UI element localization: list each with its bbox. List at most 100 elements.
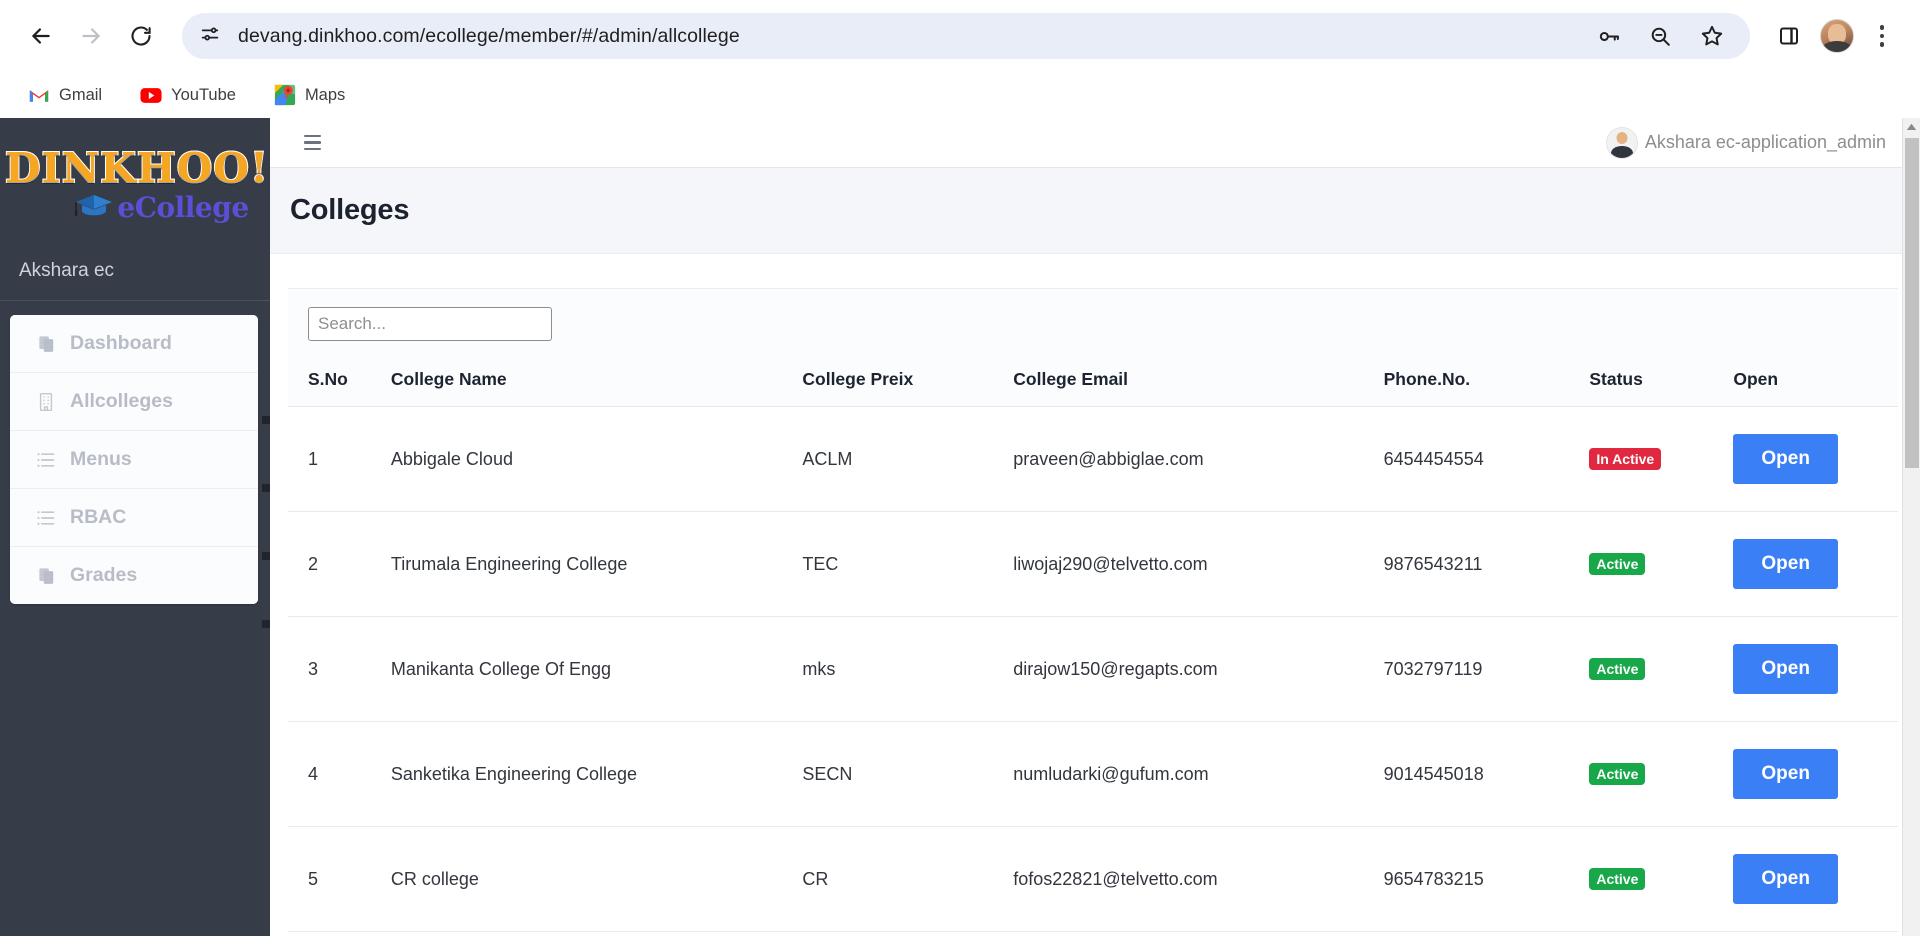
address-bar[interactable]: devang.dinkhoo.com/ecollege/member/#/adm… — [182, 13, 1750, 59]
cell-name: Sanketika Engineering College — [390, 721, 803, 828]
table-row: 5 CR college CR fofos22821@telvetto.com 9654… — [288, 826, 1898, 933]
sidebar-item-grades[interactable]: Grades — [10, 547, 258, 604]
table-row: 3 Manikanta College Of Engg mks dirajow150@… — [288, 616, 1898, 723]
status-badge: Active — [1589, 658, 1646, 681]
side-panel-button[interactable] — [1766, 13, 1812, 59]
bookmark-gmail[interactable]: Gmail — [22, 80, 108, 110]
sidebar: DINKHOO! eCollege Akshara ec Dashboard A… — [0, 118, 270, 936]
url-text[interactable]: devang.dinkhoo.com/ecollege/member/#/adm… — [228, 25, 1590, 48]
search-input[interactable] — [308, 307, 552, 342]
back-arrow-icon — [28, 23, 54, 49]
cell-prefix: SECN — [802, 721, 1014, 828]
web-page: DINKHOO! eCollege Akshara ec Dashboard A… — [0, 118, 1920, 936]
main-content: Akshara ec-application_admin Colleges S.… — [270, 118, 1920, 936]
scroll-up-arrow-icon[interactable] — [1903, 118, 1920, 136]
status-badge: Active — [1589, 553, 1646, 576]
table-body: 1 Abbigale Cloud ACLM praveen@abbiglae.com 6… — [288, 406, 1898, 936]
cell-status: Active — [1589, 511, 1734, 618]
cell-name: CR college — [390, 826, 803, 933]
table-header-row: S.No College Name College Preix College … — [288, 355, 1898, 408]
page-scrollbar[interactable] — [1902, 118, 1920, 936]
profile-avatar-icon[interactable] — [1820, 19, 1854, 53]
search-row — [288, 289, 1898, 356]
table-row: 2 Tirumala Engineering College TEC liwojaj2… — [288, 511, 1898, 618]
sidebar-nav: Dashboard Allcolleges Menus RBAC Grades — [10, 315, 258, 604]
bookmark-maps[interactable]: Maps — [268, 80, 351, 110]
back-button[interactable] — [18, 13, 64, 59]
bookmark-label: Gmail — [59, 85, 103, 104]
open-button[interactable]: Open — [1733, 749, 1838, 800]
open-button[interactable]: Open — [1733, 539, 1838, 590]
password-key-icon[interactable] — [1590, 18, 1626, 54]
reload-button[interactable] — [118, 13, 164, 59]
cell-name: Abbigale Cloud — [390, 406, 803, 513]
zoom-out-icon[interactable] — [1642, 18, 1678, 54]
open-button[interactable]: Open — [1733, 434, 1838, 485]
list-icon — [35, 449, 57, 471]
gmail-icon — [28, 84, 50, 106]
bookmark-youtube[interactable]: YouTube — [134, 80, 242, 110]
column-header-status[interactable]: Status — [1589, 355, 1734, 408]
cell-sno: 2 — [288, 511, 391, 618]
bookmark-star-icon[interactable] — [1694, 18, 1730, 54]
sidebar-item-rbac[interactable]: RBAC — [10, 489, 258, 547]
cell-open: Open — [1733, 931, 1898, 936]
sidebar-user-name: Akshara ec — [0, 246, 270, 301]
bookmarks-bar: Gmail YouTube Maps — [0, 72, 1920, 118]
logo-title: DINKHOO! — [4, 143, 270, 192]
side-panel-icon — [1777, 24, 1801, 48]
cell-prefix: BEC — [802, 931, 1014, 936]
column-header-email[interactable]: College Email — [1013, 355, 1384, 408]
cell-name: Eswar Engineering College — [390, 931, 803, 936]
sidebar-item-label: Dashboard — [70, 332, 172, 354]
column-header-open[interactable]: Open — [1733, 355, 1898, 408]
cell-email: numludarki@gufum.com — [1013, 721, 1384, 828]
cell-sno: 5 — [288, 826, 391, 933]
cell-prefix: CR — [802, 826, 1014, 933]
forward-button[interactable] — [68, 13, 114, 59]
sidebar-item-menus[interactable]: Menus — [10, 431, 258, 489]
column-header-phone[interactable]: Phone.No. — [1383, 355, 1590, 408]
topbar-user-chip[interactable]: Akshara ec-application_admin — [1606, 127, 1886, 158]
cell-sno: 3 — [288, 616, 391, 723]
three-dot-menu-icon[interactable] — [1862, 14, 1902, 58]
table-head: S.No College Name College Preix College … — [288, 355, 1898, 408]
nav-edge-marker — [262, 620, 270, 628]
omnibox-actions — [1590, 18, 1736, 54]
site-settings-button[interactable] — [192, 18, 228, 54]
sidebar-item-label: Allcolleges — [70, 390, 173, 412]
bookmark-label: YouTube — [171, 85, 236, 104]
app-topbar: Akshara ec-application_admin — [270, 118, 1920, 169]
hamburger-icon[interactable] — [300, 131, 325, 155]
cell-name: Tirumala Engineering College — [390, 511, 803, 618]
topbar-user-name: Akshara ec-application_admin — [1644, 132, 1886, 153]
brand-logo[interactable]: DINKHOO! eCollege — [0, 118, 270, 246]
cell-phone: 6454454554 — [1383, 406, 1590, 513]
forward-arrow-icon — [78, 23, 104, 49]
scrollbar-thumb[interactable] — [1905, 138, 1919, 468]
copy-pages-icon — [35, 565, 57, 587]
cell-phone: 8974563369 — [1383, 931, 1590, 936]
column-header-prefix[interactable]: College Preix — [802, 355, 1014, 408]
building-icon — [35, 391, 57, 413]
cell-open: Open — [1733, 826, 1898, 933]
sidebar-item-allcolleges[interactable]: Allcolleges — [10, 373, 258, 431]
cell-phone: 9876543211 — [1383, 511, 1590, 618]
cell-status: Active — [1589, 931, 1734, 936]
column-header-name[interactable]: College Name — [390, 355, 803, 408]
page-title: Colleges — [290, 194, 410, 227]
open-button[interactable]: Open — [1733, 854, 1838, 905]
cell-email: dirajow150@regapts.com — [1013, 616, 1384, 723]
sidebar-item-dashboard[interactable]: Dashboard — [10, 315, 258, 373]
page-header: Colleges — [270, 168, 1920, 255]
cell-email: gijgsof762@telvetto.com — [1013, 931, 1384, 936]
cell-sno: 4 — [288, 721, 391, 828]
nav-edge-marker — [262, 484, 270, 492]
cell-sno: 1 — [288, 406, 391, 513]
open-button[interactable]: Open — [1733, 644, 1838, 695]
column-header-sno[interactable]: S.No — [288, 355, 391, 408]
cell-phone: 9654783215 — [1383, 826, 1590, 933]
cell-open: Open — [1733, 721, 1898, 828]
status-badge: Active — [1589, 763, 1646, 786]
nav-edge-marker — [262, 416, 270, 424]
